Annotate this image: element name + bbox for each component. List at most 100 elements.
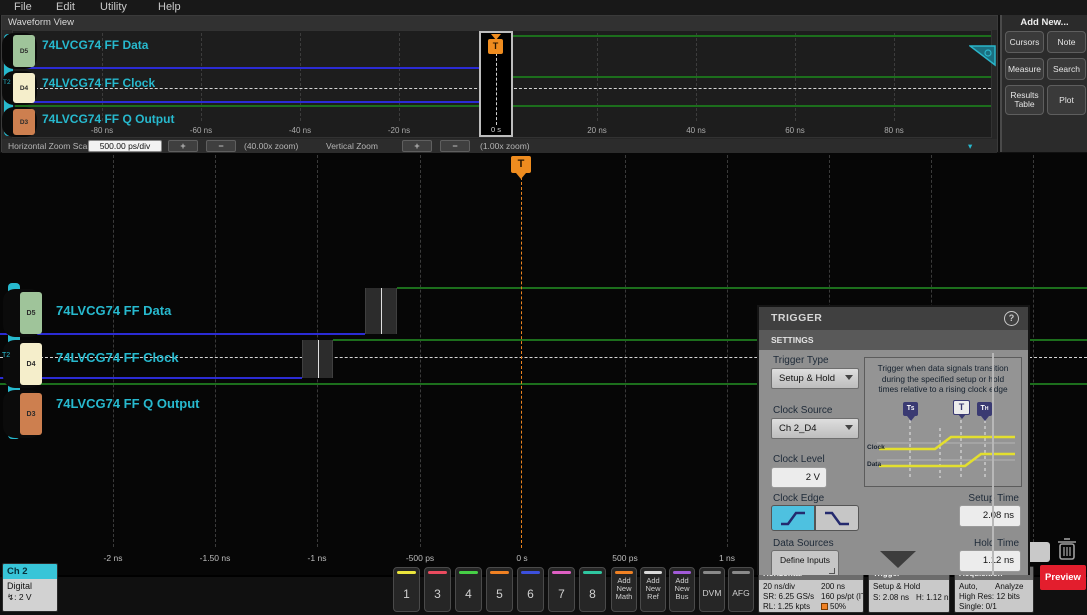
clock-edge-label: Clock Edge <box>773 493 824 504</box>
tab-settings[interactable]: SETTINGS <box>759 330 1028 350</box>
h-zoom-minus-button[interactable]: − <box>206 140 236 152</box>
channel-color-bar <box>732 571 750 574</box>
hold-time-field[interactable]: 1.12 ns <box>959 550 1021 572</box>
trigger-flag-icon[interactable]: T <box>488 39 503 54</box>
menu-edit[interactable]: Edit <box>56 1 75 13</box>
v-zoom-minus-button[interactable]: − <box>440 140 470 152</box>
add-results-table-button[interactable]: Results Table <box>1005 85 1044 115</box>
trigger-flag-icon[interactable]: T <box>511 156 531 173</box>
channel-label-data[interactable]: 74LVCG74 FF Data <box>42 38 148 52</box>
clock-edge-line <box>318 340 319 378</box>
digital-bit-badge-d5[interactable]: D5 <box>13 35 35 67</box>
channel-color-bar <box>428 571 447 574</box>
trigger-panel-header[interactable]: TRIGGER ? <box>759 307 1028 330</box>
h-zoom-readout: (40.00x zoom) <box>244 141 298 151</box>
position-marker-icon <box>821 603 828 610</box>
clock-source-dropdown[interactable]: Ch 2_D4 <box>771 418 859 439</box>
gridline <box>215 155 216 547</box>
digital-bit-badge-d4[interactable]: D4 <box>20 343 42 385</box>
setup-time-field[interactable]: 2.08 ns <box>959 505 1021 527</box>
overview-zoom-box[interactable]: T 0 s <box>479 31 513 137</box>
h-zoom-scale-input[interactable]: 500.00 ps/div <box>88 140 162 152</box>
trigger-hold: H: 1.12 ns <box>916 593 950 602</box>
trigger-config-panel: TRIGGER ? SETTINGS Trigger Type Setup & … <box>757 305 1030 575</box>
collapse-chevron-icon[interactable]: ▾ <box>968 141 972 152</box>
digital-bit-badge-d3[interactable]: D3 <box>20 393 42 435</box>
channel-2-badge[interactable]: Ch 2 Digital ↯: 2 V <box>2 563 58 612</box>
data-low-trace <box>0 333 365 335</box>
channel-8-button[interactable]: 8 <box>579 567 606 612</box>
trash-icon[interactable] <box>1054 536 1080 562</box>
add-measure-button[interactable]: Measure <box>1005 58 1044 80</box>
menu-file[interactable]: File <box>14 1 32 13</box>
dvm-button[interactable]: DVM <box>699 567 725 612</box>
channel-label-clock[interactable]: 74LVCG74 FF Clock <box>42 76 155 90</box>
channel-color-bar <box>459 571 478 574</box>
preview-button[interactable]: Preview <box>1040 565 1086 590</box>
v-zoom-readout: (1.00x zoom) <box>480 141 530 151</box>
clock-low-trace <box>0 377 302 379</box>
channel-label-data[interactable]: 74LVCG74 FF Data <box>56 303 171 318</box>
panel-pointer <box>880 551 916 568</box>
trigger-setup: S: 2.08 ns <box>873 593 909 602</box>
expansion-point-icon[interactable] <box>969 45 997 67</box>
digital-bit-badge-d3[interactable]: D3 <box>13 109 35 135</box>
trigger-type-value: Setup & Hold <box>779 373 835 384</box>
falling-edge-button[interactable] <box>815 505 859 531</box>
channel-5-button[interactable]: 5 <box>486 567 513 612</box>
channel-label-q-output[interactable]: 74LVCG74 FF Q Output <box>42 112 174 126</box>
add-plot-button[interactable]: Plot <box>1047 85 1086 115</box>
scope-app: File Edit Utility Help Waveform View -80… <box>0 0 1087 615</box>
channel-4-button[interactable]: 4 <box>455 567 482 612</box>
gridline <box>420 155 421 547</box>
waveform-view-title: Waveform View <box>2 16 997 30</box>
v-zoom-plus-button[interactable]: + <box>402 140 432 152</box>
digital-bit-badge-d4[interactable]: D4 <box>13 73 35 103</box>
h-scale: 20 ns/div <box>763 582 795 591</box>
trigger-type-dropdown[interactable]: Setup & Hold <box>771 368 859 389</box>
gridline <box>201 33 202 121</box>
channel-6-button[interactable]: 6 <box>517 567 544 612</box>
axis-tick: -2 ns <box>104 553 123 563</box>
afg-button[interactable]: AFG <box>728 567 754 612</box>
channel-3-button[interactable]: 3 <box>424 567 451 612</box>
chevron-down-icon <box>845 425 853 430</box>
menu-bar: File Edit Utility Help <box>0 0 1087 15</box>
trigger-arrow-icon <box>516 173 526 179</box>
help-icon[interactable]: ? <box>1004 311 1019 326</box>
setup-time-label: Setup Time <box>919 493 1019 504</box>
trigger-panel-title: TRIGGER <box>771 312 822 324</box>
channel-1-button[interactable]: 1 <box>393 567 420 612</box>
main-waveform-view: T -2 ns -1.50 ns -1 ns -500 ps 0 s 500 p… <box>0 153 1087 575</box>
diagram-data-label: Data <box>867 461 881 468</box>
add-new-ref-button[interactable]: Add New Ref <box>640 567 666 612</box>
h-zoom-scale-label: Horizontal Zoom Scale <box>8 141 94 151</box>
rising-edge-button[interactable] <box>771 505 815 531</box>
channel-7-button[interactable]: 7 <box>548 567 575 612</box>
clock-level-field[interactable]: 2 V <box>771 467 827 488</box>
add-search-button[interactable]: Search <box>1047 58 1086 80</box>
channel-2-mode: Digital <box>7 581 57 592</box>
add-note-button[interactable]: Note <box>1047 31 1086 53</box>
axis-tick: 60 ns <box>785 126 805 135</box>
channel-label-q-output[interactable]: 74LVCG74 FF Q Output <box>56 396 200 411</box>
axis-tick: -60 ns <box>190 126 212 135</box>
add-cursors-button[interactable]: Cursors <box>1005 31 1044 53</box>
gridline <box>300 33 301 121</box>
menu-utility[interactable]: Utility <box>100 1 127 13</box>
axis-tick: 20 ns <box>587 126 607 135</box>
channel-color-bar <box>583 571 602 574</box>
digital-bit-badge-d5[interactable]: D5 <box>20 292 42 334</box>
add-new-title: Add New... <box>1002 17 1087 28</box>
v-zoom-label: Vertical Zoom <box>326 141 378 151</box>
rising-edge-icon <box>779 510 807 527</box>
define-inputs-button[interactable]: Define Inputs <box>771 550 839 575</box>
add-new-math-button[interactable]: Add New Math <box>611 567 637 612</box>
channel-label-clock[interactable]: 74LVCG74 FF Clock <box>56 350 179 365</box>
panel-scrollbar[interactable] <box>992 353 994 575</box>
gridline <box>1033 155 1034 547</box>
add-new-bus-button[interactable]: Add New Bus <box>669 567 695 612</box>
menu-help[interactable]: Help <box>158 1 181 13</box>
h-zoom-plus-button[interactable]: + <box>168 140 198 152</box>
axis-tick: 500 ps <box>612 553 638 563</box>
